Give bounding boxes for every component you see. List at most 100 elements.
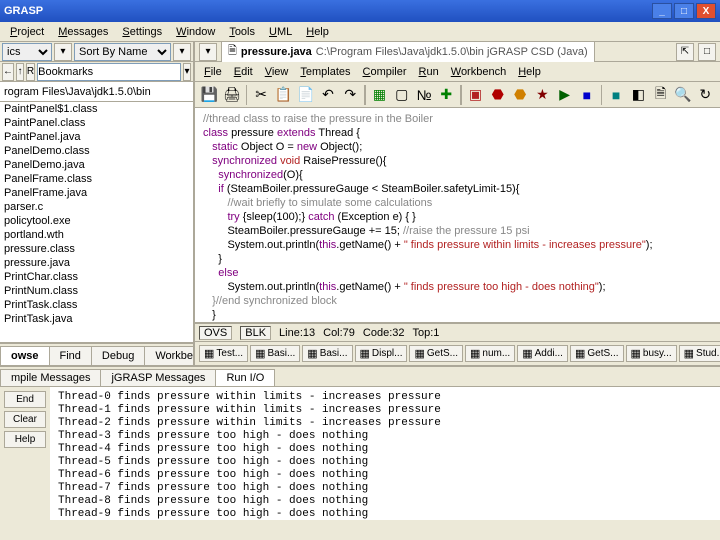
status-ovs: OVS: [199, 326, 232, 340]
file-item[interactable]: pressure.java: [0, 256, 193, 270]
sort-dropdown[interactable]: Sort By Name: [74, 43, 171, 61]
file-item[interactable]: policytool.exe: [0, 214, 193, 228]
doc-icon[interactable]: 🗎: [650, 84, 671, 106]
message-tabs: mpile MessagesjGRASP MessagesRun I/O: [0, 367, 720, 387]
redo-icon[interactable]: ↷: [340, 84, 361, 106]
undo-icon[interactable]: ↶: [317, 84, 338, 106]
tool-icon: ▦: [470, 347, 480, 360]
menu-messages[interactable]: Messages: [52, 24, 114, 40]
file-item[interactable]: PanelDemo.java: [0, 158, 193, 172]
brk-clear-icon[interactable]: ■: [605, 84, 626, 106]
brk-toggle-icon[interactable]: ■: [576, 84, 597, 106]
workbench-btn[interactable]: ▦Addi...: [517, 345, 568, 362]
bookmarks-field[interactable]: [37, 63, 181, 81]
workbench-btn[interactable]: ▦GetS...: [409, 345, 463, 362]
compile-plus-icon[interactable]: ✚: [436, 84, 457, 106]
run-io-console[interactable]: Thread-0 finds pressure within limits - …: [50, 387, 720, 520]
msg-tab-1[interactable]: jGRASP Messages: [100, 369, 216, 386]
editor-menu-edit[interactable]: Edit: [229, 64, 258, 80]
editor-menu-workbench[interactable]: Workbench: [446, 64, 511, 80]
file-item[interactable]: PrintTask.java: [0, 312, 193, 326]
debug-step-icon[interactable]: ▶: [554, 84, 575, 106]
file-item[interactable]: PanelFrame.class: [0, 172, 193, 186]
interact-icon[interactable]: ◧: [628, 84, 649, 106]
menu-tools[interactable]: Tools: [223, 24, 261, 40]
editor-menu-file[interactable]: File: [199, 64, 227, 80]
workbench-btn[interactable]: ▦Stud...: [679, 345, 720, 362]
menu-help[interactable]: Help: [300, 24, 335, 40]
status-code: Code:32: [363, 327, 405, 339]
nav-up-icon[interactable]: ↑: [16, 63, 24, 81]
minimize-button[interactable]: _: [652, 3, 672, 19]
nav-back-icon[interactable]: ←: [2, 63, 14, 81]
workbench-btn[interactable]: ▦num...: [465, 345, 515, 362]
dropdown-arrow-icon[interactable]: ▾: [183, 63, 191, 81]
tool-icon: ▦: [522, 347, 532, 360]
workbench-btn[interactable]: ▦busy...: [626, 345, 677, 362]
compile-icon[interactable]: ▣: [465, 84, 486, 106]
msg-btn-end[interactable]: End: [4, 391, 46, 408]
file-item[interactable]: PanelFrame.java: [0, 186, 193, 200]
paste-icon[interactable]: 📄: [295, 84, 316, 106]
menu-window[interactable]: Window: [170, 24, 221, 40]
file-item[interactable]: PanelDemo.class: [0, 144, 193, 158]
number-icon[interactable]: №: [413, 84, 434, 106]
run-icon[interactable]: ⬣: [487, 84, 508, 106]
msg-tab-0[interactable]: mpile Messages: [0, 369, 101, 386]
msg-tab-2[interactable]: Run I/O: [215, 369, 275, 386]
file-item[interactable]: PaintPanel$1.class: [0, 102, 193, 116]
document-title: pressure.java: [241, 46, 312, 58]
workbench-btn[interactable]: ▦Basi...: [250, 345, 300, 362]
print-icon[interactable]: 🖨: [221, 84, 242, 106]
editor-menu-compiler[interactable]: Compiler: [358, 64, 412, 80]
save-icon[interactable]: 💾: [199, 84, 220, 106]
code-editor[interactable]: //thread class to raise the pressure in …: [195, 108, 720, 323]
document-tab[interactable]: 🗎 pressure.java C:\Program Files\Java\jd…: [221, 42, 595, 63]
copy-icon[interactable]: 📋: [273, 84, 294, 106]
msg-btn-help[interactable]: Help: [4, 431, 46, 448]
workbench-btn[interactable]: ▦Test...: [199, 345, 248, 362]
left-tab-find[interactable]: Find: [49, 346, 92, 365]
menu-settings[interactable]: Settings: [116, 24, 168, 40]
refresh-icon[interactable]: R: [26, 63, 35, 81]
editor-menu-view[interactable]: View: [260, 64, 294, 80]
menu-project[interactable]: Project: [4, 24, 50, 40]
editor-menu-templates[interactable]: Templates: [295, 64, 355, 80]
file-item[interactable]: PaintPanel.java: [0, 130, 193, 144]
class-filter-dropdown[interactable]: ics: [2, 43, 52, 61]
file-item[interactable]: PrintChar.class: [0, 270, 193, 284]
workbench-btn[interactable]: ▦Displ...: [355, 345, 408, 362]
doc-close-icon[interactable]: □: [698, 43, 716, 61]
dropdown-arrow-icon[interactable]: ▾: [54, 43, 72, 61]
close-button[interactable]: X: [696, 3, 716, 19]
doc-menu-icon[interactable]: ▾: [199, 43, 217, 61]
menu-uml[interactable]: UML: [263, 24, 298, 40]
workbench-btn[interactable]: ▦GetS...: [570, 345, 624, 362]
csd-remove-icon[interactable]: ▢: [391, 84, 412, 106]
file-item[interactable]: pressure.class: [0, 242, 193, 256]
dropdown-arrow-icon[interactable]: ▾: [173, 43, 191, 61]
workbench-btn[interactable]: ▦Basi...: [302, 345, 352, 362]
debug-icon[interactable]: ★: [532, 84, 553, 106]
left-tab-workbench[interactable]: Workbench: [144, 346, 195, 365]
file-item[interactable]: portland.wth: [0, 228, 193, 242]
editor-menu-run[interactable]: Run: [414, 64, 444, 80]
file-item[interactable]: PrintTask.class: [0, 298, 193, 312]
editor-menu-help[interactable]: Help: [513, 64, 546, 80]
file-item[interactable]: PaintPanel.class: [0, 116, 193, 130]
browse-pane: ics ▾ Sort By Name ▾ ← ↑ R ▾ rogram File…: [0, 42, 195, 365]
file-item[interactable]: parser.c: [0, 200, 193, 214]
left-tab-debug[interactable]: Debug: [91, 346, 145, 365]
cut-icon[interactable]: ✂: [250, 84, 271, 106]
csd-gen-icon[interactable]: ▦: [369, 84, 390, 106]
left-tab-owse[interactable]: owse: [0, 346, 50, 365]
msg-btn-clear[interactable]: Clear: [4, 411, 46, 428]
main-menubar: ProjectMessagesSettingsWindowToolsUMLHel…: [0, 22, 720, 42]
doc-detach-icon[interactable]: ⇱: [676, 43, 694, 61]
file-item[interactable]: PrintNum.class: [0, 284, 193, 298]
sync-icon[interactable]: ↻: [695, 84, 716, 106]
find-icon[interactable]: 🔍: [672, 84, 693, 106]
maximize-button[interactable]: □: [674, 3, 694, 19]
run-args-icon[interactable]: ⬣: [509, 84, 530, 106]
status-line: Line:13: [279, 327, 315, 339]
